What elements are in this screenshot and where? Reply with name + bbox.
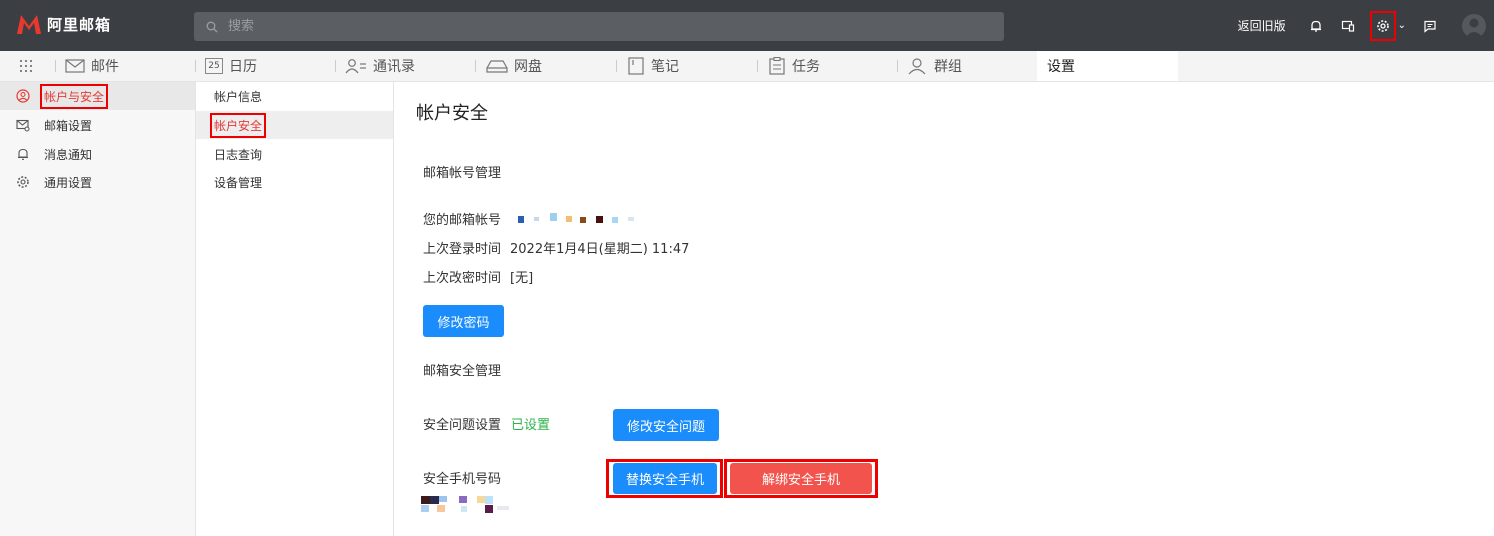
apps-grid-icon[interactable] — [18, 51, 40, 81]
groups-icon — [908, 58, 926, 75]
tab-calendar-label: 日历 — [229, 59, 257, 75]
tab-drive[interactable]: 网盘 — [486, 51, 542, 81]
user-circle-icon — [16, 89, 30, 103]
nav-divider — [757, 60, 758, 72]
mail-icon — [65, 59, 85, 73]
sidebar-item-notifications[interactable]: 消息通知 — [0, 140, 195, 168]
account-subnav: 帐户信息 帐户安全 日志查询 设备管理 — [196, 82, 394, 536]
tab-groups-label: 群组 — [934, 59, 962, 75]
chevron-down-icon[interactable]: ⌄ — [1398, 20, 1406, 31]
logo-m-icon — [17, 15, 41, 34]
top-right-actions: 返回旧版 ⌄ — [1238, 0, 1494, 51]
tab-drive-label: 网盘 — [514, 59, 542, 75]
back-to-old-version-link[interactable]: 返回旧版 — [1238, 17, 1286, 34]
unbind-security-phone-button[interactable]: 解绑安全手机 — [730, 463, 872, 494]
gear-icon — [16, 175, 30, 189]
nav-divider — [335, 60, 336, 72]
tab-contacts[interactable]: 通讯录 — [345, 51, 415, 81]
sidebar-item-label: 消息通知 — [44, 147, 93, 162]
last-login-label: 上次登录时间 — [423, 242, 502, 257]
tab-groups[interactable]: 群组 — [906, 51, 962, 81]
account-security-panel: 帐户安全 邮箱帐号管理 您的邮箱帐号 上次登录时间 2022年1月4日(星期二)… — [394, 82, 1494, 536]
tasks-icon — [769, 57, 785, 75]
tab-notes[interactable]: 笔记 — [627, 51, 679, 81]
logo-text: 阿里邮箱 — [47, 15, 112, 34]
security-question-label: 安全问题设置 — [423, 418, 502, 433]
tab-settings-label: 设置 — [1047, 59, 1075, 75]
nav-divider — [897, 60, 898, 72]
bell-icon — [16, 147, 30, 161]
tab-calendar[interactable]: 25 日历 — [205, 51, 257, 81]
sidebar-item-account-security[interactable]: 帐户与安全 — [0, 82, 195, 110]
redacted-phone — [421, 496, 531, 514]
notes-icon — [628, 57, 644, 75]
tab-mail[interactable]: 邮件 — [65, 51, 119, 81]
subnav-item-log-query[interactable]: 日志查询 — [196, 140, 393, 168]
subnav-item-label: 日志查询 — [214, 147, 263, 162]
nav-divider — [475, 60, 476, 72]
sidebar-item-general-settings[interactable]: 通用设置 — [0, 168, 195, 196]
top-bar: 阿里邮箱 返回旧版 ⌄ — [0, 0, 1494, 51]
calendar-icon: 25 — [205, 58, 223, 74]
nav-divider — [616, 60, 617, 72]
search-input[interactable] — [226, 18, 930, 35]
settings-gear-icon[interactable] — [1369, 10, 1396, 41]
security-phone-label: 安全手机号码 — [423, 472, 502, 487]
sidebar-item-label: 邮箱设置 — [44, 118, 93, 133]
tab-mail-label: 邮件 — [91, 59, 119, 75]
bell-icon[interactable] — [1306, 16, 1326, 36]
subnav-item-label: 帐户安全 — [209, 112, 267, 138]
last-login-value: 2022年1月4日(星期二) 11:47 — [510, 242, 690, 257]
tab-settings[interactable]: 设置 — [1037, 51, 1178, 81]
change-security-question-button[interactable]: 修改安全问题 — [613, 409, 719, 441]
drive-icon — [486, 60, 508, 73]
tab-contacts-label: 通讯录 — [373, 59, 415, 75]
search-icon — [206, 21, 218, 32]
settings-sidebar: 帐户与安全 邮箱设置 消息通知 通用设置 — [0, 82, 196, 536]
subnav-item-label: 设备管理 — [214, 175, 263, 190]
sidebar-item-mailbox-settings[interactable]: 邮箱设置 — [0, 111, 195, 139]
mail-gear-icon — [16, 118, 30, 132]
subnav-item-label: 帐户信息 — [214, 89, 263, 104]
app-logo[interactable]: 阿里邮箱 — [15, 12, 111, 36]
module-nav: 邮件 25 日历 通讯录 网盘 笔记 任务 群组 设置 — [0, 51, 1494, 82]
devices-icon[interactable] — [1338, 16, 1358, 36]
nav-divider — [195, 60, 196, 72]
last-password-change-label: 上次改密时间 — [423, 271, 502, 286]
contacts-icon — [345, 59, 366, 74]
subnav-item-account-security[interactable]: 帐户安全 — [196, 111, 393, 139]
sidebar-item-label: 通用设置 — [44, 175, 93, 190]
security-management-heading: 邮箱安全管理 — [423, 364, 502, 379]
message-icon[interactable] — [1420, 16, 1440, 36]
security-question-status: 已设置 — [511, 418, 551, 433]
replace-security-phone-button[interactable]: 替换安全手机 — [613, 463, 717, 494]
change-password-button[interactable]: 修改密码 — [423, 305, 504, 337]
avatar[interactable] — [1462, 13, 1486, 38]
account-label: 您的邮箱帐号 — [423, 213, 502, 228]
tab-tasks[interactable]: 任务 — [768, 51, 820, 81]
last-password-change-value: [无] — [510, 271, 534, 286]
subnav-item-device-management[interactable]: 设备管理 — [196, 168, 393, 196]
account-management-heading: 邮箱帐号管理 — [423, 166, 502, 181]
page-title: 帐户安全 — [416, 103, 488, 124]
subnav-item-account-info[interactable]: 帐户信息 — [196, 82, 393, 110]
tab-tasks-label: 任务 — [792, 59, 820, 75]
sidebar-item-label: 帐户与安全 — [39, 83, 109, 109]
nav-divider — [55, 60, 56, 72]
search-bar — [194, 12, 1004, 41]
redacted-email — [510, 213, 650, 225]
tab-notes-label: 笔记 — [651, 59, 679, 75]
